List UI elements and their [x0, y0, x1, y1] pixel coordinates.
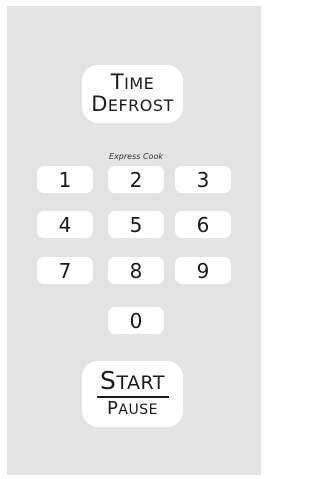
key-0-button[interactable]: 0 [108, 307, 164, 334]
key-4-button[interactable]: 4 [37, 211, 93, 238]
key-9-button[interactable]: 9 [175, 257, 231, 284]
time-defrost-button[interactable]: Time Defrost [82, 65, 183, 123]
start-label: Start [100, 366, 165, 395]
key-3-button[interactable]: 3 [175, 166, 231, 193]
key-1-button[interactable]: 1 [37, 166, 93, 193]
key-7-button[interactable]: 7 [37, 257, 93, 284]
defrost-label: Defrost [91, 92, 174, 116]
key-5-button[interactable]: 5 [108, 211, 164, 238]
key-6-button[interactable]: 6 [175, 211, 231, 238]
time-label: Time [110, 70, 155, 94]
pause-label: Pause [107, 398, 158, 419]
start-pause-button[interactable]: Start Pause [82, 361, 183, 427]
key-8-button[interactable]: 8 [108, 257, 164, 284]
express-cook-label: Express Cook [109, 152, 163, 161]
key-2-button[interactable]: 2 [108, 166, 164, 193]
